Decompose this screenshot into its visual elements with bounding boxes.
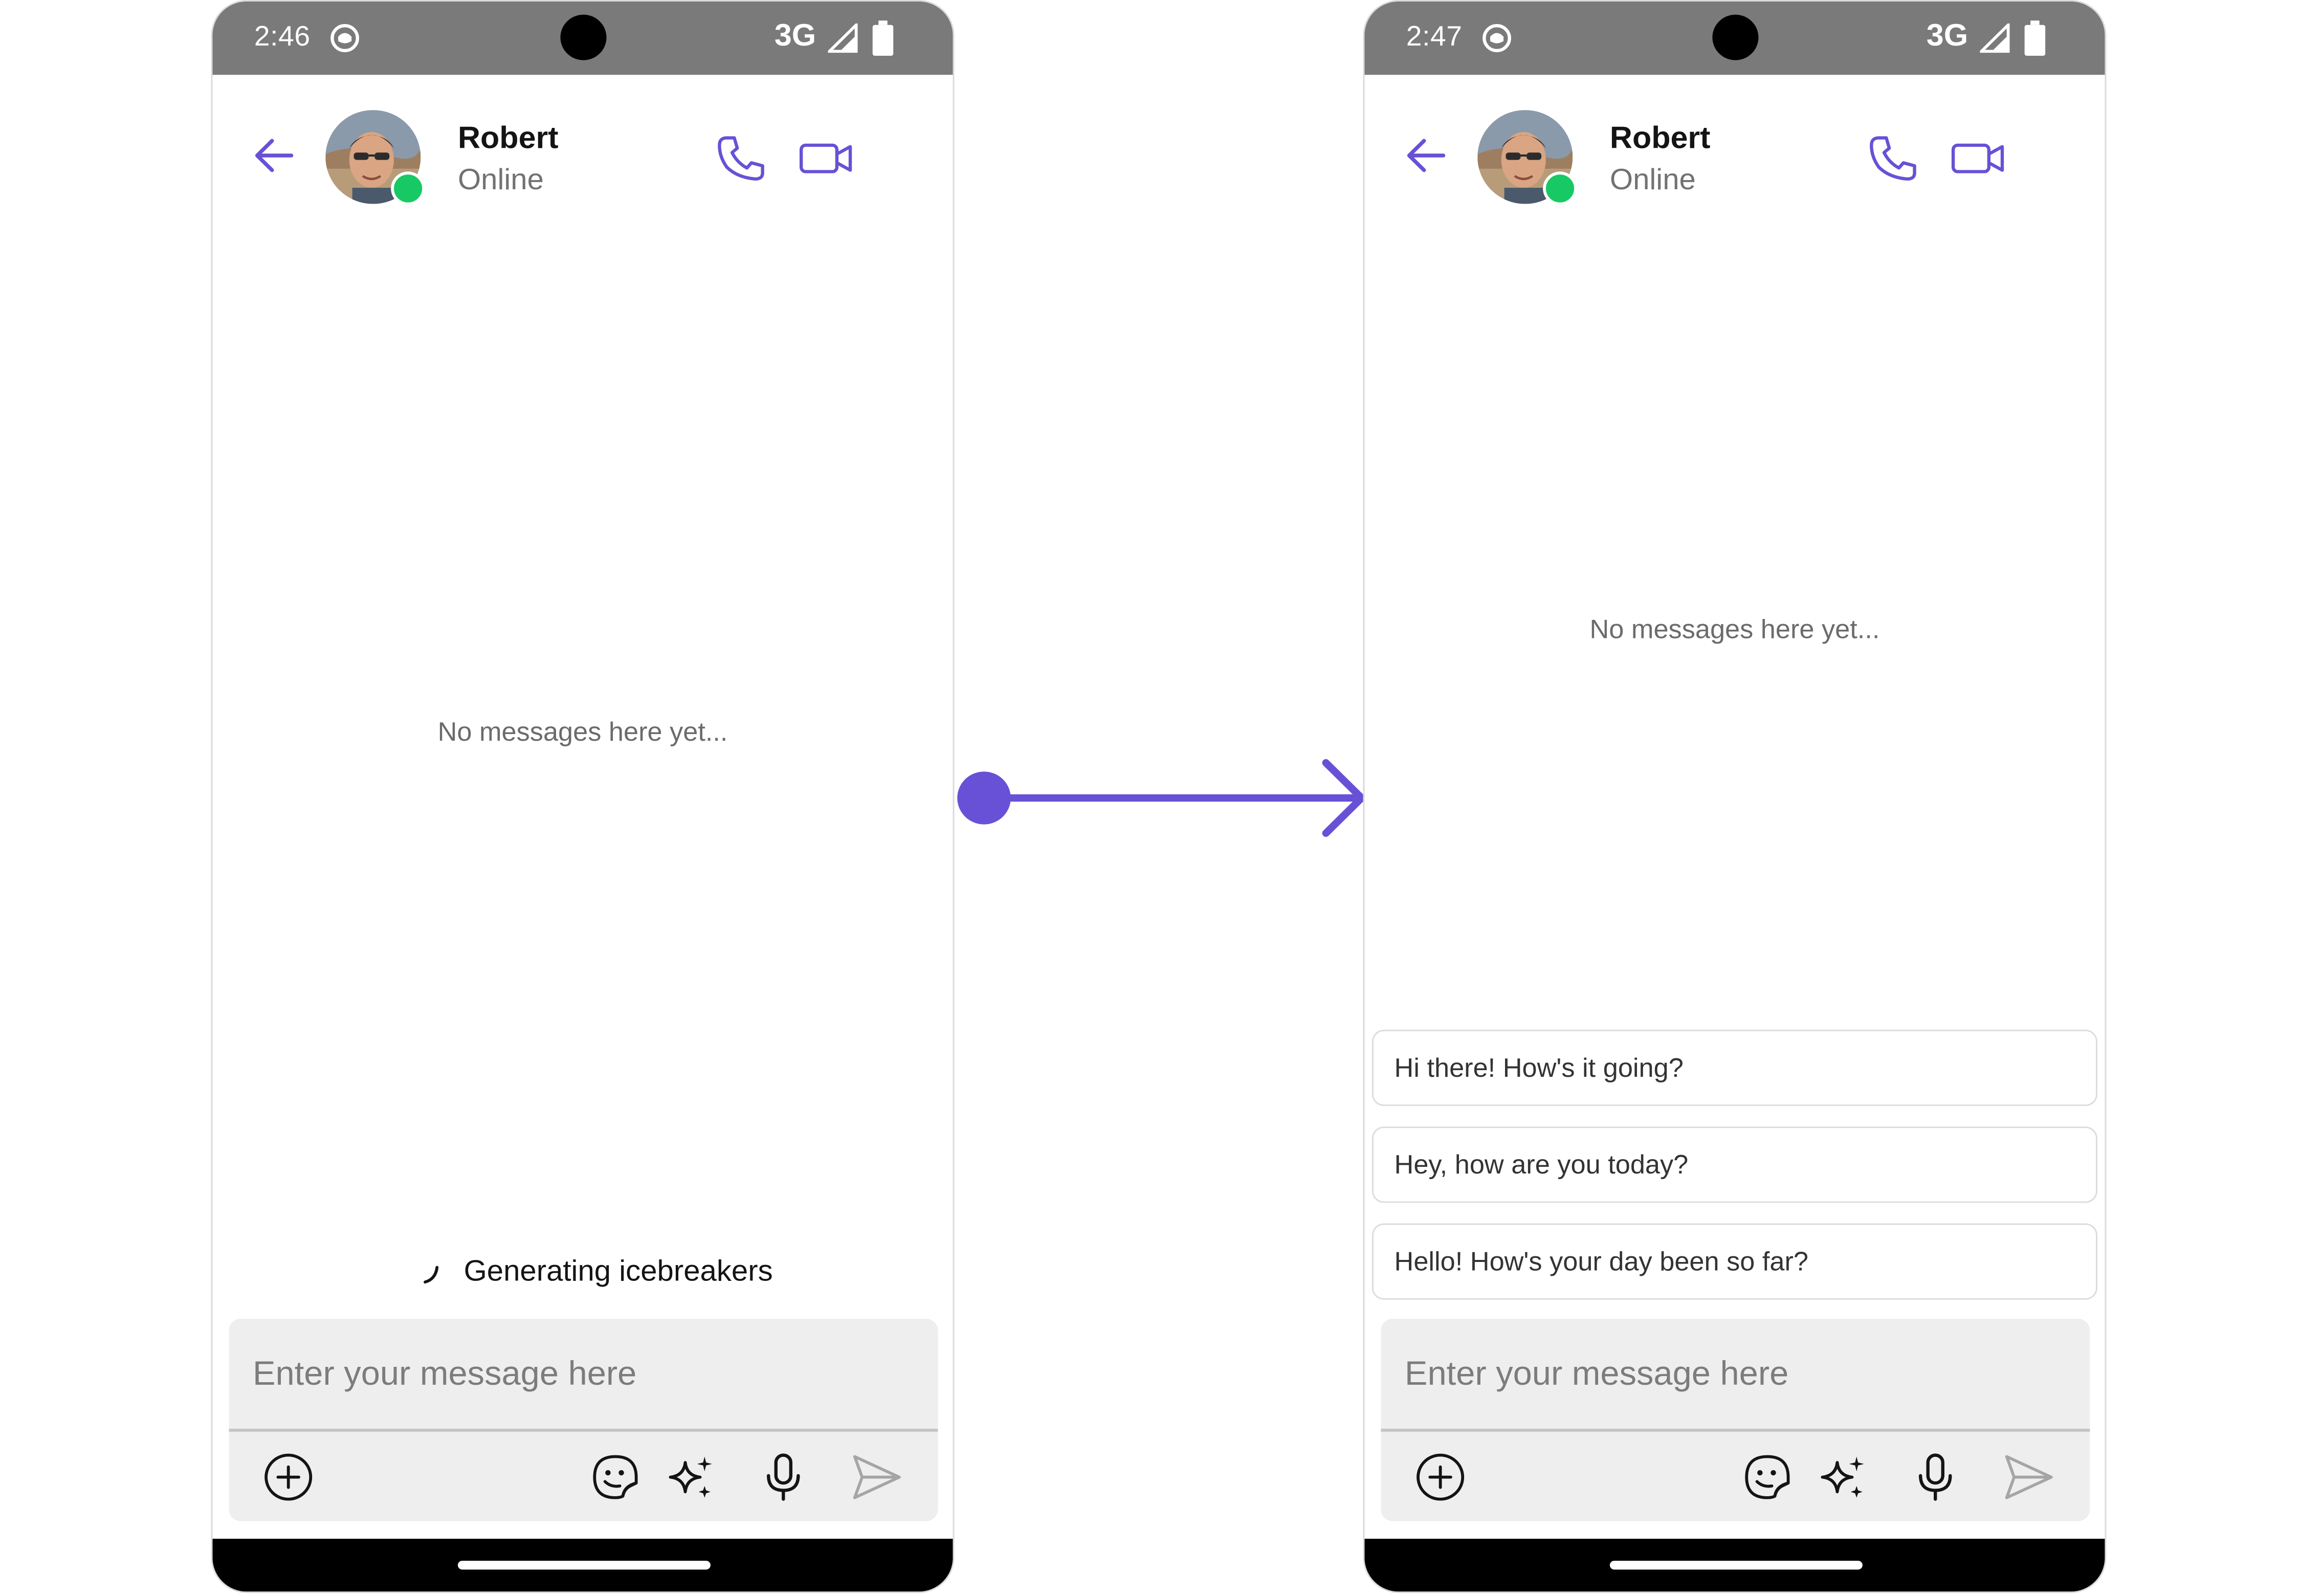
contact-status: Online bbox=[1609, 164, 1696, 197]
phone-screen-after: 2:47 3G Robert Online No messages here y… bbox=[1363, 0, 2107, 1593]
signal-icon bbox=[828, 23, 858, 53]
front-camera bbox=[1712, 14, 1759, 60]
video-camera-icon[interactable] bbox=[798, 137, 854, 181]
loading-spinner-icon bbox=[424, 1266, 439, 1284]
phone-screen-before: 2:46 3G Robert Online No messages here y… bbox=[211, 0, 955, 1593]
sparkles-icon[interactable] bbox=[1817, 1451, 1870, 1503]
plus-circle-icon[interactable] bbox=[261, 1451, 315, 1503]
status-bar: 2:47 3G bbox=[1364, 1, 2105, 75]
status-bar: 2:46 3G bbox=[212, 1, 953, 75]
message-input[interactable] bbox=[229, 1318, 938, 1429]
generating-icebreakers-text: Generating icebreakers bbox=[463, 1255, 773, 1288]
icebreaker-suggestion[interactable]: Hi there! How's it going? bbox=[1371, 1030, 2097, 1106]
empty-state-text: No messages here yet... bbox=[437, 717, 728, 747]
chat-header: Robert Online bbox=[213, 75, 953, 236]
arrow-left-icon[interactable] bbox=[251, 134, 296, 178]
phone-icon[interactable] bbox=[717, 134, 767, 183]
battery-icon bbox=[872, 20, 894, 56]
message-input[interactable] bbox=[1381, 1318, 2090, 1429]
arrow-left-icon[interactable] bbox=[1403, 134, 1448, 178]
app-notification-icon bbox=[1483, 24, 1511, 53]
contact-status: Online bbox=[457, 164, 544, 197]
video-camera-icon[interactable] bbox=[1950, 137, 2006, 181]
status-time: 2:46 bbox=[254, 22, 311, 53]
plus-circle-icon[interactable] bbox=[1413, 1451, 1467, 1503]
navigation-bar bbox=[1364, 1539, 2105, 1592]
app-notification-icon bbox=[330, 24, 360, 53]
icebreaker-suggestion[interactable]: Hello! How's your day been so far? bbox=[1371, 1223, 2097, 1300]
home-indicator[interactable] bbox=[1609, 1561, 1863, 1570]
contact-name: Robert bbox=[1609, 122, 1711, 156]
home-indicator[interactable] bbox=[457, 1561, 711, 1570]
microphone-icon[interactable] bbox=[757, 1451, 810, 1503]
contact-name: Robert bbox=[457, 122, 559, 156]
online-status-indicator bbox=[391, 171, 426, 206]
empty-state-text: No messages here yet... bbox=[1589, 614, 1880, 644]
composer-divider bbox=[1381, 1429, 2090, 1431]
front-camera bbox=[560, 14, 607, 60]
icebreaker-suggestion[interactable]: Hey, how are you today? bbox=[1371, 1126, 2097, 1203]
comparison-stage: 2:46 3G Robert Online No messages here y… bbox=[0, 0, 2301, 1596]
online-status-indicator bbox=[1543, 171, 1577, 206]
right-arrow-icon bbox=[957, 759, 1365, 837]
sticker-icon[interactable] bbox=[1741, 1451, 1795, 1503]
network-type: 3G bbox=[1926, 19, 1968, 53]
signal-icon bbox=[1980, 23, 2010, 53]
sparkles-icon[interactable] bbox=[665, 1451, 718, 1503]
message-composer bbox=[1381, 1318, 2090, 1521]
send-icon[interactable] bbox=[850, 1451, 904, 1503]
navigation-bar bbox=[212, 1539, 953, 1592]
composer-divider bbox=[229, 1429, 938, 1431]
send-icon[interactable] bbox=[2002, 1451, 2056, 1503]
phone-icon[interactable] bbox=[1868, 134, 1919, 183]
battery-icon bbox=[2024, 20, 2046, 56]
network-type: 3G bbox=[774, 19, 816, 53]
chat-header: Robert Online bbox=[1364, 75, 2105, 236]
status-time: 2:47 bbox=[1406, 22, 1463, 53]
microphone-icon[interactable] bbox=[1909, 1451, 1962, 1503]
message-composer bbox=[229, 1318, 938, 1521]
sticker-icon[interactable] bbox=[589, 1451, 643, 1503]
